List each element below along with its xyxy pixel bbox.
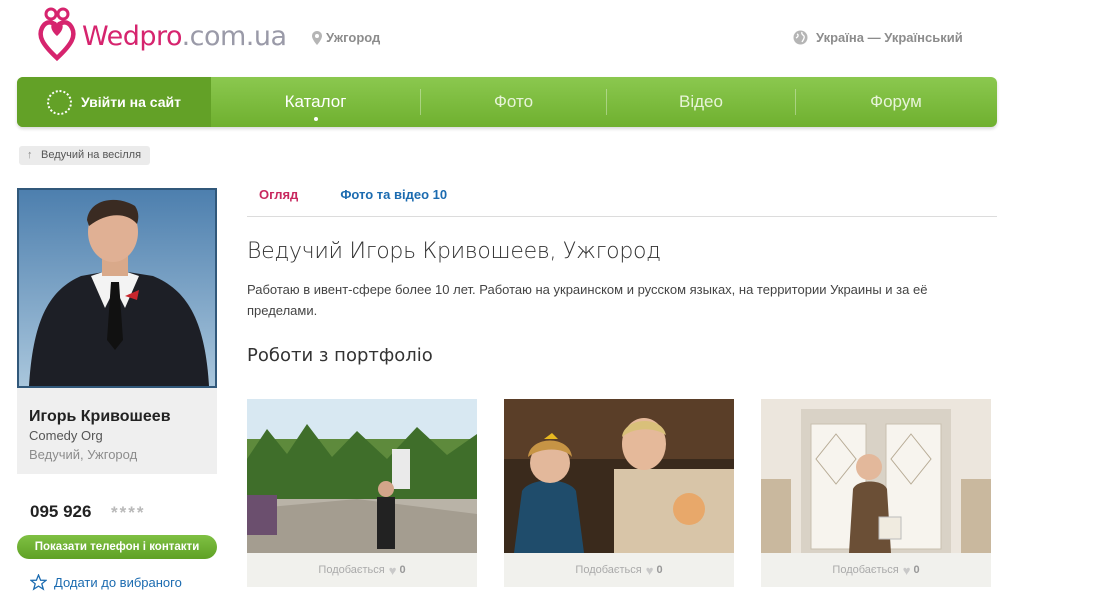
portfolio-image[interactable]: [504, 399, 734, 553]
likes-count: 0: [399, 564, 406, 576]
tab-photo-video[interactable]: Фото та відео 10: [340, 177, 447, 216]
main-nav: Увійти на сайт Каталог Фото Відео Форум: [17, 77, 997, 127]
portfolio-image[interactable]: [247, 399, 477, 553]
profile-org: Comedy Org: [29, 428, 103, 443]
heart-icon[interactable]: ♥: [903, 563, 911, 578]
globe-icon: [793, 30, 808, 45]
profile-photo[interactable]: [17, 188, 217, 388]
city-label: Ужгород: [326, 30, 381, 45]
add-favorite-label: Додати до вибраного: [54, 575, 182, 590]
nav-item-video[interactable]: Відео: [607, 77, 795, 127]
likes-bar: Подобається ♥ 0: [761, 553, 991, 587]
phone-number: 095 926: [30, 502, 92, 521]
breadcrumb[interactable]: ↑ Ведучий на весілля: [19, 146, 151, 165]
star-icon: [30, 574, 47, 591]
profile-tabs: Огляд Фото та відео 10: [247, 177, 997, 217]
profile-photo-image: [19, 190, 215, 386]
city-selector[interactable]: Ужгород: [312, 30, 380, 45]
location-pin-icon: [312, 30, 322, 45]
portfolio-item[interactable]: Подобається ♥ 0: [247, 399, 477, 587]
portfolio-title: Роботи з портфоліо: [247, 345, 433, 366]
heart-icon[interactable]: ♥: [646, 563, 654, 578]
user-ring-icon: [47, 89, 72, 115]
profile-role: Ведучий, Ужгород: [29, 447, 138, 462]
login-button[interactable]: Увійти на сайт: [17, 77, 211, 127]
likes-count: 0: [913, 564, 920, 576]
breadcrumb-label: Ведучий на весілля: [41, 149, 142, 161]
likes-bar: Подобається ♥ 0: [504, 553, 734, 587]
page-title: Ведучий Игорь Кривошеев, Ужгород: [247, 239, 661, 264]
show-contacts-button[interactable]: Показати телефон і контакти: [17, 535, 217, 559]
heart-icon[interactable]: ♥: [389, 563, 397, 578]
profile-name: Игорь Кривошеев: [29, 408, 171, 425]
nav-item-catalog[interactable]: Каталог: [211, 77, 420, 127]
likes-label: Подобається: [575, 564, 642, 576]
site-logo[interactable]: Wedpro.com.ua: [36, 6, 287, 62]
profile-description: Работаю в ивент-сфере более 10 лет. Рабо…: [247, 282, 928, 318]
locale-label: Україна — Український: [816, 30, 963, 45]
logo-text: Wedpro.com.ua: [82, 20, 287, 52]
likes-bar: Подобається ♥ 0: [247, 553, 477, 587]
likes-label: Подобається: [832, 564, 899, 576]
phone-hidden-digits: ****: [111, 503, 146, 522]
arrow-up-icon: ↑: [27, 149, 33, 161]
login-label: Увійти на сайт: [81, 94, 181, 110]
portfolio-image[interactable]: [761, 399, 991, 553]
tab-overview[interactable]: Огляд: [259, 177, 298, 216]
portfolio-item[interactable]: Подобається ♥ 0: [504, 399, 734, 587]
profile-card: Игорь Кривошеев Comedy Org Ведучий, Ужго…: [17, 388, 217, 474]
heart-logo-icon: [38, 7, 76, 62]
likes-count: 0: [656, 564, 663, 576]
nav-item-forum[interactable]: Форум: [796, 77, 996, 127]
locale-selector[interactable]: Україна — Український: [793, 30, 963, 45]
portfolio-item[interactable]: Подобається ♥ 0: [761, 399, 991, 587]
likes-label: Подобається: [318, 564, 385, 576]
add-favorite-link[interactable]: Додати до вибраного: [30, 574, 182, 591]
header: Wedpro.com.ua Ужгород Україна — Українсь…: [0, 0, 1103, 76]
nav-item-photo[interactable]: Фото: [421, 77, 606, 127]
